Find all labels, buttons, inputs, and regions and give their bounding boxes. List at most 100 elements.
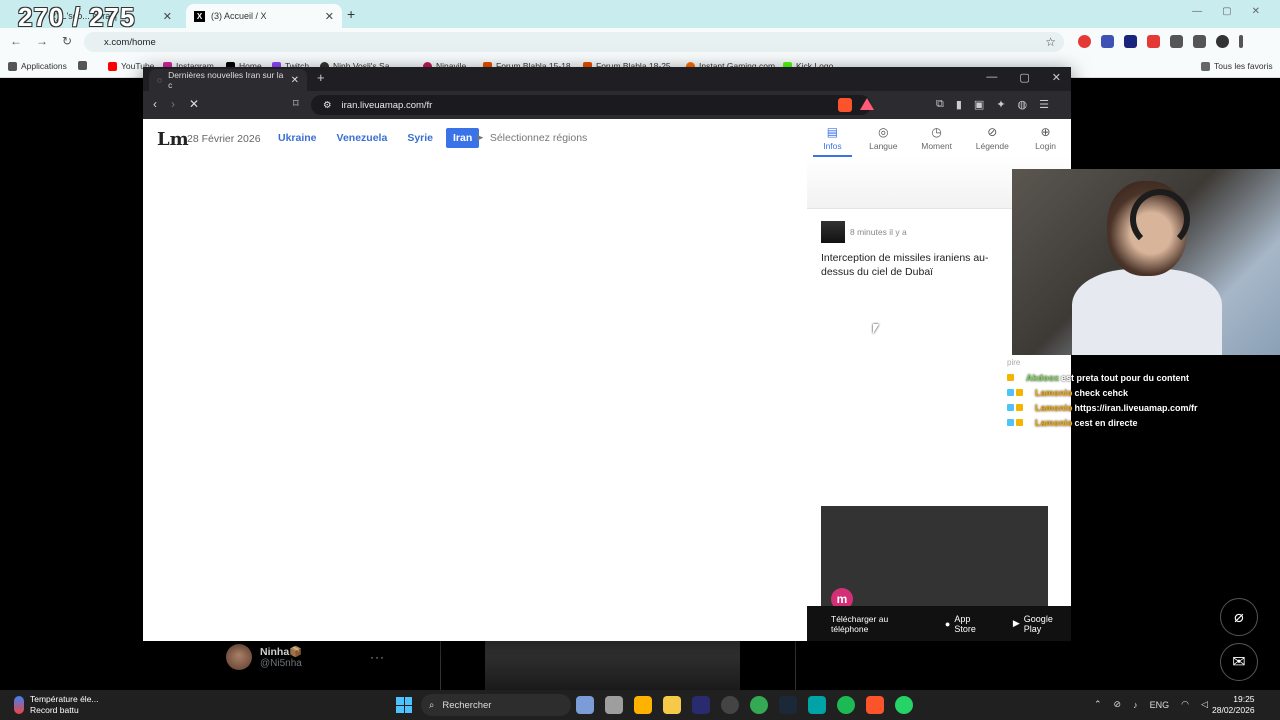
chat-badges — [1007, 419, 1032, 426]
tweet-author[interactable]: Ninha📦 @Ni5nha — [226, 644, 302, 670]
download-label: Télécharger au téléphone — [831, 613, 889, 634]
close-icon[interactable]: ✕ — [291, 75, 299, 86]
news-headline[interactable]: Interception de missiles iraniens au-des… — [821, 251, 1021, 279]
chrome-icon[interactable] — [750, 696, 768, 714]
tweet-media[interactable] — [485, 640, 740, 690]
task-view-icon[interactable] — [605, 696, 623, 714]
select-regions[interactable]: ➤ Sélectionnez régions — [475, 132, 587, 144]
maximize-icon[interactable]: ▢ — [1019, 71, 1029, 84]
reload-icon[interactable]: ↻ — [62, 34, 72, 48]
whatsapp-icon[interactable] — [895, 696, 913, 714]
google-play-link[interactable]: ▶ Google Play — [1013, 614, 1071, 634]
premiere-icon[interactable] — [692, 696, 710, 714]
liveuamap-logo[interactable]: Lm — [157, 129, 189, 150]
brave-shields-icon[interactable] — [838, 98, 852, 112]
menu-icon[interactable]: ☰ — [1039, 98, 1049, 111]
app-icon[interactable] — [808, 696, 826, 714]
apple-icon: ● — [944, 618, 951, 629]
notification-off-icon[interactable]: ⊘ — [1114, 699, 1122, 710]
brave-toolbar: ‹ › ✕ ⌑ ⚙ iran.liveuamap.com/fr ⇪ ⧉ ▮ ▣ … — [143, 91, 1071, 119]
all-favorites[interactable]: Tous les favoris — [1201, 61, 1273, 71]
apps-bookmark[interactable]: Applications — [8, 61, 67, 71]
back-icon[interactable]: ← — [10, 34, 22, 48]
playlist-icon[interactable] — [1193, 35, 1206, 48]
language-indicator[interactable]: ENG — [1150, 700, 1170, 710]
close-icon[interactable]: ✕ — [1052, 71, 1061, 84]
extension-icon[interactable] — [1124, 35, 1137, 48]
maximize-icon[interactable]: ▢ — [1222, 6, 1231, 17]
brave-address-bar[interactable]: ⚙ iran.liveuamap.com/fr ⇪ — [311, 95, 871, 115]
brave-tab[interactable]: ◌ Dernières nouvelles Iran sur la c ✕ — [149, 69, 307, 91]
sidebar-icon[interactable]: ▮ — [956, 98, 962, 111]
mouse-cursor-icon — [873, 324, 879, 334]
tweet-author-name: Ninha📦 — [260, 646, 303, 658]
tab-moment[interactable]: ◷ Moment — [909, 119, 965, 155]
opera-icon[interactable] — [1078, 35, 1091, 48]
close-icon[interactable]: ✕ — [325, 10, 334, 23]
star-icon[interactable]: ☆ — [1045, 35, 1056, 49]
profile-avatar-icon[interactable] — [1216, 35, 1229, 48]
avatar[interactable] — [226, 644, 252, 670]
leo-ai-icon[interactable]: ✦ — [996, 98, 1005, 111]
region-venezuela[interactable]: Venezuela — [330, 128, 395, 148]
extension-icon[interactable] — [1101, 35, 1114, 48]
screenshot-icon[interactable]: ⧉ — [936, 98, 944, 111]
bg-tab-2[interactable]: X (3) Accueil / X ✕ — [186, 4, 342, 28]
minimize-icon[interactable]: — — [1192, 6, 1202, 17]
windows-start-icon[interactable] — [396, 697, 412, 713]
close-icon[interactable]: ✕ — [1252, 6, 1260, 17]
bg-toolbar: ← → ↻ x.com/home ☆ — [0, 28, 1280, 56]
forward-icon[interactable]: › — [171, 97, 175, 111]
weather-widget[interactable]: Température éle... Record battu — [14, 694, 99, 716]
brave-right-icons: ⧉ ▮ ▣ ✦ ◍ ☰ — [936, 98, 1049, 111]
site-info-icon[interactable]: ⚙ — [323, 100, 332, 111]
app-icon[interactable] — [634, 696, 652, 714]
liveuamap-page: Lm 28 Février 2026 Ukraine Venezuela Syr… — [143, 119, 1071, 641]
bg-address-bar[interactable]: x.com/home ☆ — [84, 32, 1064, 52]
messages-icon[interactable]: ✉ — [1220, 643, 1258, 681]
tab-login[interactable]: ⊕ Login — [1020, 119, 1071, 155]
vpn-icon[interactable]: ◍ — [1018, 98, 1028, 111]
bg-nav-buttons: ← → ↻ — [10, 34, 72, 48]
news-thumbnail[interactable] — [821, 221, 845, 243]
extension-icon[interactable] — [1147, 35, 1160, 48]
taskbar-search[interactable]: ⌕ Rechercher — [421, 694, 571, 716]
new-tab-button[interactable]: + — [317, 70, 325, 85]
tab-infos[interactable]: ▤ Infos — [807, 119, 858, 157]
close-icon[interactable]: ✕ — [163, 10, 172, 23]
minimize-icon[interactable]: — — [986, 71, 997, 84]
wallet-icon[interactable]: ▣ — [974, 98, 984, 111]
region-ukraine[interactable]: Ukraine — [271, 128, 324, 148]
back-icon[interactable]: ‹ — [153, 97, 157, 111]
menu-dots-icon[interactable] — [1239, 35, 1243, 48]
news-video[interactable]: m — [821, 506, 1048, 610]
volume-icon[interactable]: ◁ — [1201, 699, 1208, 710]
tab-groups-icon[interactable] — [78, 61, 87, 70]
new-tab-button[interactable]: + — [347, 6, 355, 22]
widget-icon[interactable] — [576, 696, 594, 714]
taskbar-clock[interactable]: 19:25 28/02/2026 — [1212, 694, 1255, 716]
stream-chat-overlay: pire Akdoox est preta tout pour du conte… — [1007, 358, 1280, 430]
tab-langue[interactable]: ◎ Langue — [858, 119, 909, 155]
chevron-up-icon[interactable]: ⌃ — [1094, 699, 1102, 710]
forward-icon[interactable]: → — [36, 34, 48, 48]
stop-icon[interactable]: ✕ — [189, 97, 199, 111]
brave-icon[interactable] — [866, 696, 884, 714]
grok-icon[interactable]: ⌀ — [1220, 598, 1258, 636]
app-store-link[interactable]: ● App Store — [945, 614, 993, 634]
brave-rewards-icon[interactable] — [860, 98, 874, 110]
wifi-icon[interactable]: ◠ — [1181, 699, 1189, 710]
tab-legende[interactable]: ⊘ Légende — [964, 119, 1020, 155]
region-syria[interactable]: Syrie — [400, 128, 440, 148]
clock-icon: ◷ — [931, 125, 942, 139]
microphone-icon[interactable]: ♪ — [1133, 700, 1138, 710]
system-tray: ⌃ ⊘ ♪ ENG ◠ ◁ — [1094, 699, 1208, 710]
spotify-icon[interactable] — [837, 696, 855, 714]
puzzle-icon[interactable] — [1170, 35, 1183, 48]
file-explorer-icon[interactable] — [663, 696, 681, 714]
more-options-icon[interactable]: ··· — [370, 650, 385, 664]
obs-icon[interactable] — [721, 696, 739, 714]
globe-icon: ◎ — [878, 125, 889, 139]
bookmark-icon[interactable]: ⌑ — [293, 97, 299, 110]
steam-icon[interactable] — [779, 696, 797, 714]
